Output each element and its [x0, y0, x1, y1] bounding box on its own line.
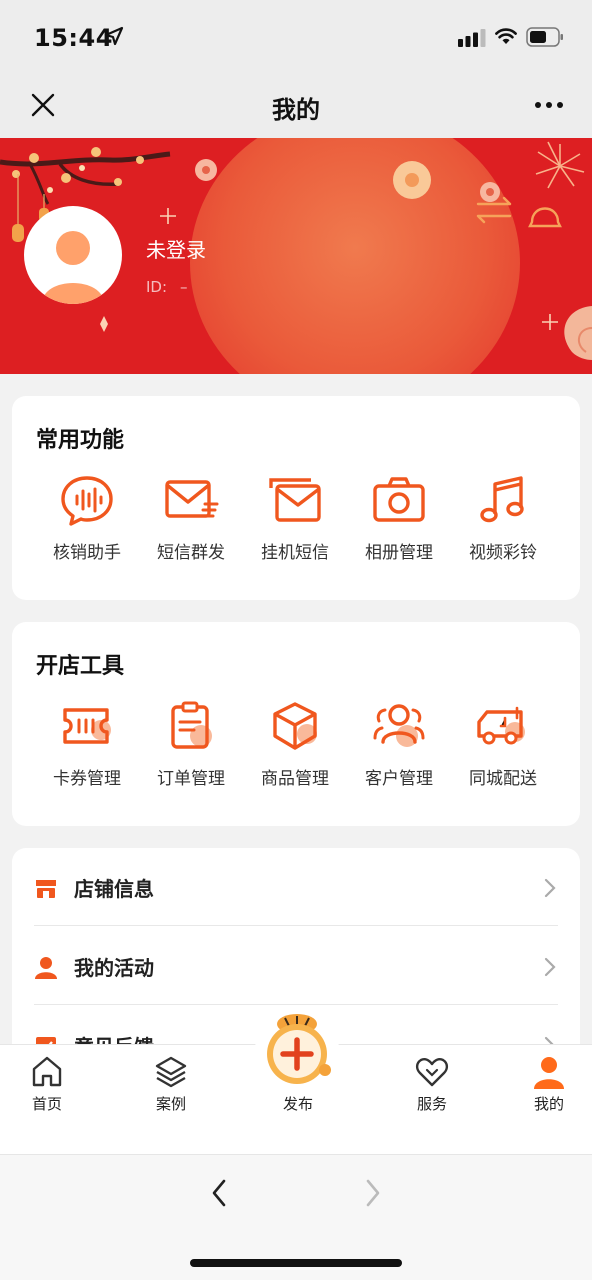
customers-icon [373, 704, 425, 747]
list-item-my-activities[interactable]: 我的活动 [34, 927, 558, 1005]
store-icon [36, 880, 56, 898]
grid-item-hangup-sms[interactable]: 挂机短信 [243, 474, 347, 574]
default-user-icon [42, 231, 104, 304]
shop-tools-card: 开店工具 卡券管理 订单管理 商品管理 客户管理 同城配送 [12, 622, 580, 826]
location-arrow-icon [104, 26, 124, 46]
avatar[interactable] [24, 206, 122, 304]
list-item-store-info[interactable]: 店铺信息 [34, 848, 558, 926]
user-id-label: ID: [146, 278, 168, 296]
grid-label: 商品管理 [261, 769, 329, 789]
grid-label: 视频彩铃 [469, 543, 537, 563]
profile-banner: 未登录 ID: – [0, 138, 592, 374]
grid-item-writeoff-assistant[interactable]: 核销助手 [35, 474, 139, 574]
tab-services[interactable]: 服务 [382, 1045, 482, 1125]
grid-label: 客户管理 [365, 769, 433, 789]
tiger-plus-icon [267, 1014, 331, 1084]
grid-label: 同城配送 [469, 769, 537, 789]
tab-label: 案例 [155, 1095, 186, 1113]
grid-label: 相册管理 [365, 543, 433, 563]
layers-icon [155, 1056, 187, 1088]
grid-item-coupon-management[interactable]: 卡券管理 [35, 700, 139, 800]
battery-icon [526, 27, 563, 47]
home-indicator [190, 1259, 402, 1267]
shop-tools-grid: 卡券管理 订单管理 商品管理 客户管理 同城配送 [12, 700, 580, 800]
common-functions-card: 常用功能 核销助手 短信群发 挂机短信 相册管理 视频彩铃 [12, 396, 580, 600]
cellular-signal-icon [458, 29, 486, 47]
status-time: 15:44 [34, 24, 113, 52]
grid-label: 订单管理 [157, 769, 225, 789]
grid-label: 短信群发 [157, 543, 225, 563]
delivery-truck-icon [477, 706, 525, 745]
list-item-label: 我的活动 [74, 956, 154, 980]
home-icon [32, 1056, 62, 1087]
grid-label: 核销助手 [53, 543, 121, 563]
title-bar: 我的 [0, 72, 592, 138]
grid-item-album-management[interactable]: 相册管理 [347, 474, 451, 574]
voice-bubble-icon [61, 476, 113, 526]
grid-item-product-management[interactable]: 商品管理 [243, 700, 347, 800]
tab-label: 我的 [533, 1095, 564, 1113]
heart-handshake-icon [415, 1058, 449, 1087]
login-status-text[interactable]: 未登录 [146, 234, 206, 263]
more-options-icon[interactable] [534, 100, 564, 110]
order-clipboard-icon [171, 701, 212, 749]
grid-item-video-ringtone[interactable]: 视频彩铃 [451, 474, 555, 574]
tab-label: 服务 [416, 1095, 447, 1113]
person-icon [35, 957, 57, 979]
tab-label: 首页 [31, 1095, 62, 1113]
user-id-value: – [180, 278, 188, 296]
common-functions-grid: 核销助手 短信群发 挂机短信 相册管理 视频彩铃 [12, 474, 580, 574]
tab-label: 发布 [282, 1095, 313, 1113]
tab-cases[interactable]: 案例 [121, 1045, 221, 1125]
ticket-icon [63, 708, 111, 744]
publish-button[interactable] [255, 1008, 339, 1092]
divider [34, 925, 558, 926]
music-note-icon [480, 476, 524, 523]
shop-tools-title: 开店工具 [36, 654, 125, 679]
grid-label: 卡券管理 [53, 769, 121, 789]
status-bar: 15:44 [0, 0, 592, 72]
forward-arrow-icon[interactable] [362, 1177, 384, 1209]
stacked-mail-icon [269, 478, 321, 522]
browser-nav-bar [0, 1154, 592, 1280]
grid-item-order-management[interactable]: 订单管理 [139, 700, 243, 800]
tab-mine[interactable]: 我的 [499, 1045, 592, 1125]
sms-broadcast-icon [165, 480, 219, 518]
chevron-right-icon [544, 878, 556, 898]
grid-label: 挂机短信 [261, 543, 329, 563]
divider [34, 1004, 558, 1005]
chevron-right-icon [544, 957, 556, 977]
back-arrow-icon[interactable] [208, 1177, 230, 1209]
grid-item-customer-management[interactable]: 客户管理 [347, 700, 451, 800]
grid-item-local-delivery[interactable]: 同城配送 [451, 700, 555, 800]
common-functions-title: 常用功能 [36, 428, 125, 453]
list-item-label: 店铺信息 [74, 877, 154, 901]
profile-icon [534, 1057, 564, 1089]
tab-home[interactable]: 首页 [0, 1045, 97, 1125]
package-box-icon [273, 702, 317, 750]
page-title: 我的 [272, 96, 320, 124]
grid-item-sms-broadcast[interactable]: 短信群发 [139, 474, 243, 574]
camera-icon [373, 477, 425, 522]
wifi-icon [495, 28, 517, 44]
